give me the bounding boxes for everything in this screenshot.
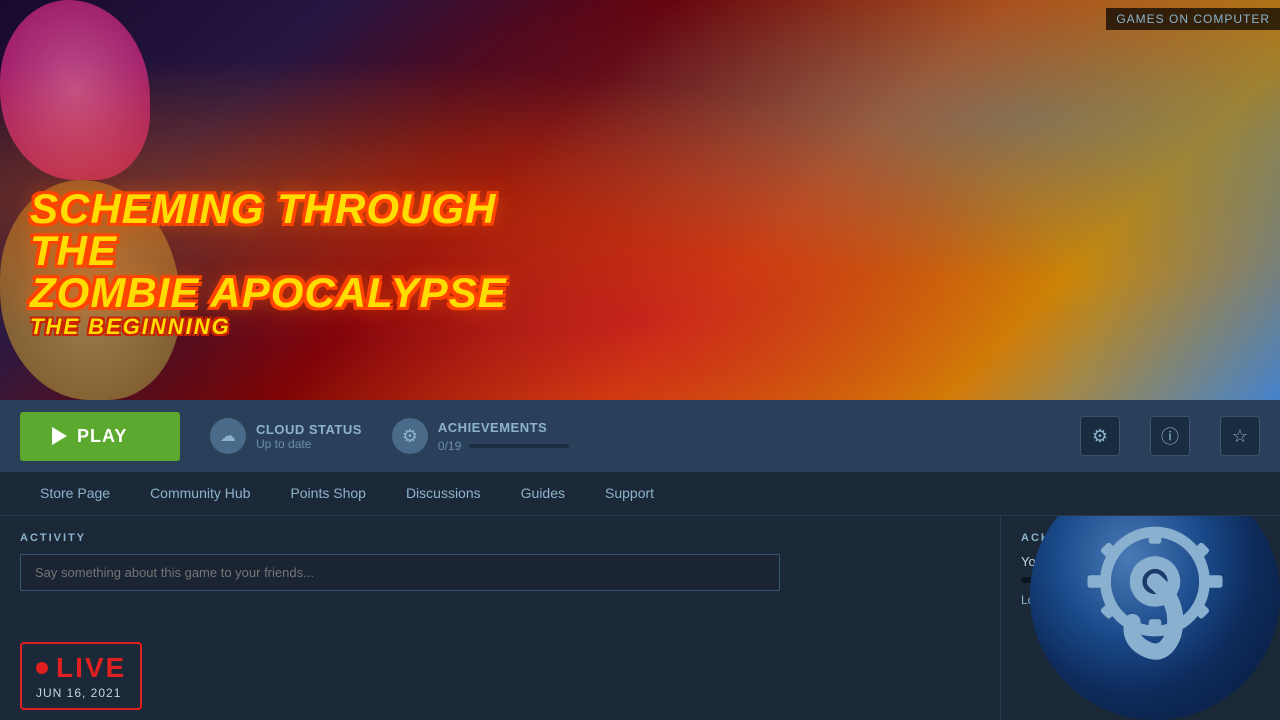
cloud-icon: ☁ (210, 418, 246, 454)
play-label: PLAY (77, 426, 127, 447)
steam-logo-background (1030, 516, 1280, 720)
activity-title: ACTIVITY (20, 532, 980, 544)
games-on-computer-label: GAMES ON COMPUTER (1106, 8, 1280, 30)
game-subtitle: The Beginning (30, 314, 510, 340)
play-icon (52, 427, 67, 445)
cloud-status-info: CLOUD STATUS Up to date (256, 422, 362, 451)
tab-support[interactable]: Support (585, 472, 674, 516)
tab-guides[interactable]: Guides (501, 472, 585, 516)
achievements-info: ACHIEVEMENTS 0/19 (438, 420, 569, 453)
achievements-icon: ⚙ (392, 418, 428, 454)
achievements-status-item: ⚙ ACHIEVEMENTS 0/19 (392, 418, 569, 454)
tab-discussions[interactable]: Discussions (386, 472, 501, 516)
action-bar: PLAY ☁ CLOUD STATUS Up to date ⚙ ACHIEVE… (0, 400, 1280, 472)
steam-logo-overlay (1030, 516, 1280, 720)
info-button[interactable]: ⓘ (1150, 416, 1190, 456)
achievements-progress-bar (469, 444, 569, 448)
steam-logo-svg (1065, 516, 1245, 685)
game-title-line1: Scheming Through The (30, 188, 510, 272)
nav-tabs: Store Page Community Hub Points Shop Dis… (0, 472, 1280, 516)
tab-community-hub[interactable]: Community Hub (130, 472, 270, 516)
tab-points-shop[interactable]: Points Shop (270, 472, 386, 516)
cloud-status-value: Up to date (256, 437, 362, 451)
settings-button[interactable]: ⚙ (1080, 416, 1120, 456)
favorite-button[interactable]: ☆ (1220, 416, 1260, 456)
game-title-line2: Zombie Apocalypse (30, 272, 510, 314)
achievements-value: 0/19 (438, 439, 461, 453)
live-overlay: LIVE JUN 16, 2021 (20, 642, 142, 710)
cloud-status-label: CLOUD STATUS (256, 422, 362, 437)
play-button[interactable]: PLAY (20, 412, 180, 461)
activity-input[interactable] (20, 554, 780, 591)
activity-section: ACTIVITY LIVE JUN 16, 2021 (0, 516, 1000, 720)
game-title-overlay: Scheming Through The Zombie Apocalypse T… (30, 188, 510, 340)
content-area: ACTIVITY LIVE JUN 16, 2021 ACHIEVEMENTS … (0, 516, 1280, 720)
cloud-status-item: ☁ CLOUD STATUS Up to date (210, 418, 362, 454)
live-dot-icon (36, 662, 48, 674)
achievements-label: ACHIEVEMENTS (438, 420, 569, 435)
hero-banner: GAMES ON COMPUTER Scheming Through The Z… (0, 0, 1280, 400)
live-date: JUN 16, 2021 (36, 686, 126, 700)
live-badge: LIVE (36, 652, 126, 684)
live-text: LIVE (56, 652, 126, 684)
tab-store-page[interactable]: Store Page (20, 472, 130, 516)
